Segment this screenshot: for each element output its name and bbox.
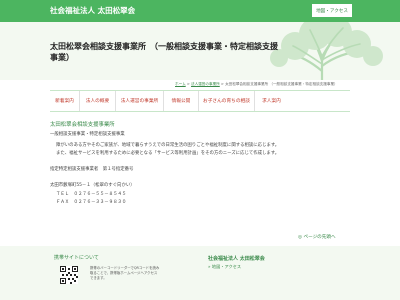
top-bar: 社会福祉法人 太田松翠会 地図・アクセス bbox=[0, 0, 400, 22]
mobile-site-title: 携帯サイトについて bbox=[54, 255, 99, 261]
page-title: 太田松翠会相談支援事業所 （一般相談支援事業・特定相談支援事業） bbox=[50, 42, 278, 62]
nav-disclosure[interactable]: 情報公開 bbox=[163, 91, 198, 111]
header-banner: 太田松翠会相談支援事業所 （一般相談支援事業・特定相談支援事業） bbox=[0, 22, 400, 80]
footer-map-link[interactable]: » 地図・アクセス bbox=[208, 264, 241, 270]
nav-recruit[interactable]: 求人案内 bbox=[254, 91, 288, 111]
address: 太田市藪塚町55－１（松翠のすぐ向かい） bbox=[50, 183, 135, 188]
breadcrumb-separator: > bbox=[186, 82, 190, 86]
description-1: 障がいのある方やそのご家族が、地域で暮らすうえでの日常生活の困りごとや福祉制度に… bbox=[56, 143, 280, 148]
qr-code-icon bbox=[60, 266, 78, 284]
site-name[interactable]: 社会福祉法人 太田松翠会 bbox=[50, 5, 135, 16]
page-top-label: ページの先頭へ bbox=[303, 235, 336, 240]
designation: 指定特定相談支援事業者 第１号指定番号 bbox=[50, 167, 134, 172]
description-2: また、福祉サービスを利用するために必要となる「サービス等利用計画」をその方のニー… bbox=[56, 151, 280, 156]
nav-overview[interactable]: 法人の概要 bbox=[79, 91, 115, 111]
breadcrumb-services[interactable]: 法人運営の事業所 bbox=[191, 82, 220, 86]
breadcrumb: ホーム > 法人運営の事業所 > 太田松翠会相談支援事業所 （一般相談支援事業・… bbox=[175, 82, 338, 87]
breadcrumb-separator: > bbox=[220, 82, 224, 86]
breadcrumb-home[interactable]: ホーム bbox=[175, 82, 186, 86]
content-title: 太田松翠会相談支援事業所 bbox=[50, 122, 115, 128]
breadcrumb-current: 太田松翠会相談支援事業所 （一般相談支援事業・特定相談支援事業） bbox=[225, 82, 338, 86]
footer-org-name: 社会福祉法人 太田松翠会 bbox=[208, 256, 265, 262]
nav-news[interactable]: 新着案内 bbox=[50, 91, 79, 111]
service-type: 一般相談支援事業・特定相談支援事業 bbox=[50, 132, 125, 137]
tel: ＴＥＬ ０２７６－５５－８５４５ bbox=[56, 192, 127, 197]
fax: ＦＡＸ ０２７６－３３－９８３０ bbox=[56, 200, 127, 205]
footer-map-label: 地図・アクセス bbox=[211, 264, 242, 269]
main-nav: 新着案内 法人の概要 法人運営の事業所 情報公開 お子さんの育ちの相談 求人案内 bbox=[50, 90, 350, 112]
nav-child-consultation[interactable]: お子さんの育ちの相談 bbox=[198, 91, 254, 111]
nav-facilities[interactable]: 法人運営の事業所 bbox=[115, 91, 163, 111]
map-access-link[interactable]: 地図・アクセス bbox=[312, 4, 352, 17]
page-top-link[interactable]: ◎ ページの先頭へ bbox=[298, 234, 336, 240]
mobile-site-description: 携帯のバーコードリーダーでQRコードを読み取ることで、携帯版ホームページへアクセ… bbox=[90, 266, 160, 280]
